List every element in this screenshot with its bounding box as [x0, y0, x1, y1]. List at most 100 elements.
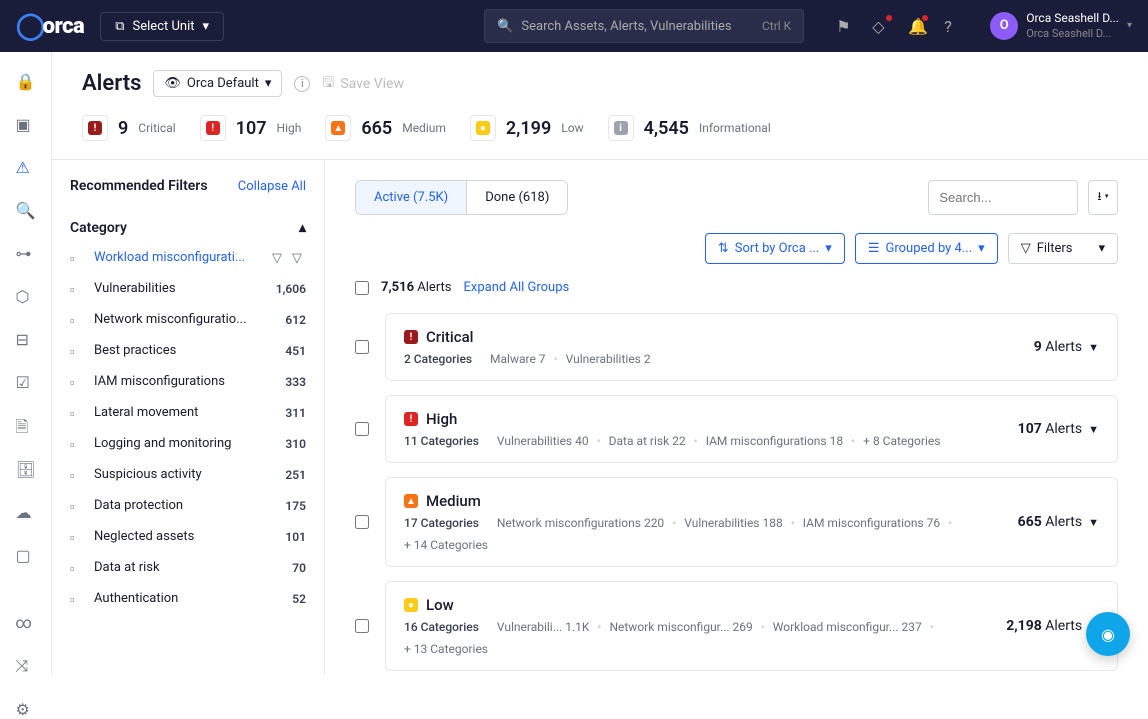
- breakdown-item: Network misconfigur... 269: [609, 620, 752, 634]
- user-text: Orca Seashell D... Orca Seashell D...: [1026, 11, 1119, 41]
- filter-count: 333: [285, 375, 306, 389]
- download-button[interactable]: ⭳ ▾: [1088, 180, 1118, 215]
- breakdown-item: + 8 Categories: [863, 434, 940, 448]
- filter-item[interactable]: ▫Workload misconfigurati...▽▽: [70, 242, 306, 273]
- filter-item[interactable]: ▫Lateral movement311: [70, 397, 306, 428]
- filter-item[interactable]: ▫Best practices451: [70, 335, 306, 366]
- group-title: High: [426, 410, 457, 428]
- filter-count: 612: [285, 313, 306, 327]
- group-checkbox[interactable]: [355, 619, 369, 633]
- filter-section-category[interactable]: Category ▴: [70, 214, 306, 242]
- group-checkbox[interactable]: [355, 515, 369, 529]
- filter-item[interactable]: ▫Network misconfiguratio...612: [70, 304, 306, 335]
- flag-icon[interactable]: ⚑: [836, 17, 854, 35]
- info-icon[interactable]: i: [294, 76, 310, 92]
- layers-icon: ⧉: [115, 19, 124, 34]
- shuffle-icon[interactable]: ⤨: [16, 656, 36, 676]
- chat-fab[interactable]: ◉: [1086, 612, 1130, 656]
- save-view-button[interactable]: 🖫 Save View: [322, 72, 404, 96]
- compliance-icon[interactable]: ☑: [16, 373, 36, 392]
- announcements-icon[interactable]: ◇: [872, 17, 890, 35]
- lock-icon[interactable]: 🔒: [16, 72, 36, 91]
- search-placeholder: Search Assets, Alerts, Vulnerabilities: [521, 19, 731, 34]
- group-checkbox[interactable]: [355, 422, 369, 436]
- filter-exclude-icon[interactable]: ▽: [292, 251, 306, 265]
- filter-label: Logging and monitoring: [94, 436, 275, 451]
- filter-item[interactable]: ▫Suspicious activity251: [70, 459, 306, 490]
- breakdown-item: Malware 7: [490, 352, 546, 366]
- filter-item[interactable]: ▫Data at risk70: [70, 552, 306, 583]
- chevron-down-icon: ▾: [265, 76, 272, 91]
- breakdown-item: IAM misconfigurations 76: [803, 516, 940, 530]
- group-checkbox[interactable]: [355, 340, 369, 354]
- alert-group-medium[interactable]: ▲ Medium 17 Categories Network misconfig…: [385, 477, 1118, 567]
- chevron-down-icon: ▼: [1088, 341, 1099, 354]
- severity-medium-icon: ▲: [404, 494, 418, 508]
- select-all-checkbox[interactable]: [355, 281, 369, 295]
- list-icon: ☰: [868, 241, 880, 256]
- search-icon: 🔍: [497, 19, 513, 34]
- user-menu[interactable]: O Orca Seashell D... Orca Seashell D... …: [990, 11, 1132, 41]
- alert-group-critical[interactable]: ! Critical 2 Categories Malware 7•Vulner…: [385, 313, 1118, 381]
- sort-dropdown[interactable]: ⇅ Sort by Orca ... ▾: [705, 233, 845, 264]
- alerts-search-input[interactable]: [928, 180, 1078, 215]
- stat-count: 665: [361, 118, 392, 139]
- help-icon[interactable]: ?: [944, 17, 962, 35]
- group-count: 665 Alerts▼: [1018, 514, 1099, 530]
- cloud-icon[interactable]: ☁: [16, 503, 36, 522]
- category-icon: ▫: [70, 499, 84, 513]
- dashboard-icon[interactable]: ▣: [16, 115, 36, 134]
- infinity-icon[interactable]: ∞: [16, 613, 36, 632]
- search-nav-icon[interactable]: 🔍: [16, 201, 36, 220]
- stat-info[interactable]: i4,545Informational: [608, 115, 771, 141]
- box-icon[interactable]: ▢: [16, 546, 36, 565]
- filter-count: 310: [285, 437, 306, 451]
- alerts-icon[interactable]: ⚠: [16, 158, 36, 177]
- collapse-all-link[interactable]: Collapse All: [238, 179, 306, 194]
- graph-icon[interactable]: ⊶: [16, 244, 36, 263]
- alerts-panel: Active (7.5K) Done (618) ⭳ ▾ ⇅ Sort by O…: [325, 160, 1148, 674]
- filter-item[interactable]: ▫IAM misconfigurations333: [70, 366, 306, 397]
- filter-item[interactable]: ▫Data protection175: [70, 490, 306, 521]
- filter-icon: ▽: [1021, 241, 1031, 256]
- alert-group-high[interactable]: ! High 11 Categories Vulnerabilities 40•…: [385, 395, 1118, 463]
- filter-label: Neglected assets: [94, 529, 275, 544]
- filter-item[interactable]: ▫Vulnerabilities1,606: [70, 273, 306, 304]
- group-dropdown[interactable]: ☰ Grouped by 4... ▾: [855, 233, 998, 264]
- global-search-input[interactable]: 🔍 Search Assets, Alerts, Vulnerabilities…: [484, 9, 804, 43]
- expand-all-link[interactable]: Expand All Groups: [464, 280, 570, 295]
- filter-include-icon[interactable]: ▽: [272, 251, 286, 265]
- filter-label: Vulnerabilities: [94, 281, 266, 296]
- stat-high[interactable]: !107High: [200, 115, 302, 141]
- filters-dropdown[interactable]: ▽ Filters ▾: [1008, 233, 1118, 264]
- stat-critical[interactable]: !9Critical: [82, 115, 176, 141]
- tab-active[interactable]: Active (7.5K): [356, 181, 466, 214]
- brand-logo: ◯orca: [16, 11, 84, 41]
- stat-low[interactable]: ●2,199Low: [470, 115, 584, 141]
- breakdown-item: + 14 Categories: [404, 538, 488, 552]
- category-icon: ▫: [70, 251, 84, 265]
- stat-label: Medium: [402, 121, 446, 135]
- database-icon[interactable]: 🗄: [16, 460, 36, 479]
- select-unit-dropdown[interactable]: ⧉ Select Unit ▾: [100, 12, 224, 41]
- group-count: 107 Alerts▼: [1018, 421, 1099, 437]
- stat-medium[interactable]: ▲665Medium: [325, 115, 446, 141]
- alerts-total-count: 7,516: [381, 280, 414, 295]
- chevron-down-icon: ▾: [203, 19, 210, 34]
- notifications-icon[interactable]: 🔔: [908, 17, 926, 35]
- page-title: Alerts: [82, 71, 141, 96]
- shield-icon[interactable]: ⬡: [16, 287, 36, 306]
- view-selector[interactable]: 👁 Orca Default ▾: [153, 70, 282, 97]
- alert-group-low[interactable]: ● Low 16 Categories Vulnerabili... 1.1K•…: [385, 581, 1118, 671]
- left-rail: 🔒 ▣ ⚠ 🔍 ⊶ ⬡ ⊟ ☑ 🗎 🗄 ☁ ▢ ∞ ⤨ ⚙: [0, 52, 52, 674]
- report-icon[interactable]: 🗎: [16, 416, 36, 436]
- filter-item[interactable]: ▫Logging and monitoring310: [70, 428, 306, 459]
- stat-label: High: [277, 121, 302, 135]
- search-shortcut: Ctrl K: [762, 19, 791, 33]
- filter-item[interactable]: ▫Neglected assets101: [70, 521, 306, 552]
- settings-icon[interactable]: ⚙: [16, 700, 36, 719]
- tab-done[interactable]: Done (618): [466, 181, 567, 214]
- inventory-icon[interactable]: ⊟: [16, 330, 36, 349]
- category-icon: ▫: [70, 561, 84, 575]
- filter-item[interactable]: ▫Authentication52: [70, 583, 306, 614]
